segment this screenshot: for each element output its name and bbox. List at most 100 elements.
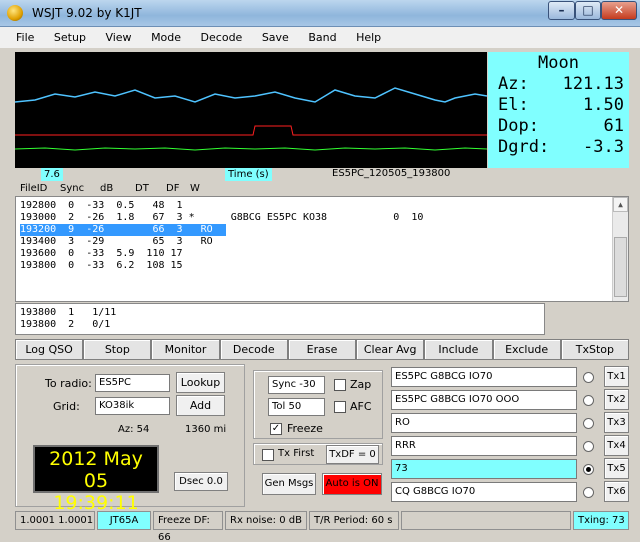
scroll-thumb[interactable] xyxy=(614,237,627,297)
moon-dgrd-row: Dgrd: -3.3 xyxy=(488,137,629,158)
decode-row[interactable]: 193600 0 -33 5.9 110 17 xyxy=(20,248,610,260)
window-title: WSJT 9.02 by K1JT xyxy=(32,6,142,20)
menu-decode[interactable]: Decode xyxy=(201,27,243,44)
tx-radio-1[interactable] xyxy=(583,372,594,383)
spectrum-trace xyxy=(14,87,488,103)
decode-row[interactable]: 193000 2 -26 1.8 67 3 * G8BCG ES5PC KO38… xyxy=(20,212,610,224)
lookup-button[interactable]: Lookup xyxy=(176,372,225,393)
status-levels: 1.0001 1.0001 xyxy=(15,511,95,530)
tx-first-label: Tx First xyxy=(278,448,315,459)
decode-list[interactable]: 192800 0 -33 0.5 48 1 193000 2 -26 1.8 6… xyxy=(15,196,629,302)
tx-message-6[interactable]: CQ G8BCG IO70 xyxy=(391,482,577,502)
clear-avg-button[interactable]: Clear Avg xyxy=(356,339,425,360)
to-radio-input[interactable]: ES5PC xyxy=(95,374,170,392)
file-name: ES5PC_120505_193800 xyxy=(332,168,451,179)
moon-az-value: 121.13 xyxy=(562,74,624,94)
gen-msgs-button[interactable]: Gen Msgs xyxy=(262,473,316,495)
title-bar: WSJT 9.02 by K1JT – □ ✕ xyxy=(0,0,640,27)
tx-first-checkbox[interactable] xyxy=(262,449,274,461)
moon-title: Moon xyxy=(538,53,579,73)
decode-row[interactable]: 193800 0 -33 6.2 108 15 xyxy=(20,260,610,272)
menu-view[interactable]: View xyxy=(105,27,131,44)
tx-radio-2[interactable] xyxy=(583,395,594,406)
time-label: Time (s) xyxy=(225,168,272,181)
tx-radio-3[interactable] xyxy=(583,418,594,429)
log-qso-button[interactable]: Log QSO xyxy=(15,339,84,360)
to-radio-label: To radio: xyxy=(45,377,92,390)
afc-label: AFC xyxy=(350,400,372,413)
menu-setup[interactable]: Setup xyxy=(54,27,86,44)
dsec-button[interactable]: Dsec 0.0 xyxy=(174,472,228,491)
col-dt: DT xyxy=(135,183,149,194)
moon-dop-label: Dop: xyxy=(498,116,539,136)
exclude-button[interactable]: Exclude xyxy=(492,339,561,360)
grid-input[interactable]: KO38ik xyxy=(95,397,170,415)
menu-bar: File Setup View Mode Decode Save Band He… xyxy=(0,27,640,48)
moon-el-row: El: 1.50 xyxy=(488,95,629,116)
tx-message-3[interactable]: RO xyxy=(391,413,577,433)
menu-band[interactable]: Band xyxy=(308,27,336,44)
zap-checkbox[interactable] xyxy=(334,379,346,391)
tx-message-5[interactable]: 73 xyxy=(391,459,577,479)
decode-scrollbar[interactable]: ▲ xyxy=(612,197,628,301)
decode-row[interactable]: 192800 0 -33 0.5 48 1 xyxy=(20,200,610,212)
grid-label: Grid: xyxy=(53,400,80,413)
menu-mode[interactable]: Mode xyxy=(151,27,181,44)
erase-button[interactable]: Erase xyxy=(287,339,357,360)
txstop-button[interactable]: TxStop xyxy=(560,339,629,360)
moon-el-label: El: xyxy=(498,95,529,115)
tx3-button[interactable]: Tx3 xyxy=(604,412,629,433)
tx-radio-4[interactable] xyxy=(583,441,594,452)
tol-field[interactable]: Tol 50 xyxy=(268,398,325,416)
status-txing: Txing: 73 xyxy=(573,511,629,530)
tx-message-2[interactable]: ES5PC G8BCG IO70 OOO xyxy=(391,390,577,410)
add-button[interactable]: Add xyxy=(176,395,225,416)
include-button[interactable]: Include xyxy=(424,339,493,360)
tx5-button[interactable]: Tx5 xyxy=(604,458,629,479)
status-mode: JT65A xyxy=(97,511,151,530)
spectrum-graph[interactable] xyxy=(14,52,488,168)
maximize-button[interactable]: □ xyxy=(575,1,601,20)
zap-label: Zap xyxy=(350,378,372,391)
col-db: dB xyxy=(100,183,114,194)
column-headers: FileID Sync dB DT DF W xyxy=(20,183,320,195)
moon-az-label: Az: xyxy=(498,74,529,94)
tx6-button[interactable]: Tx6 xyxy=(604,481,629,502)
moon-dgrd-value: -3.3 xyxy=(583,137,624,157)
average-row: 193800 2 0/1 xyxy=(20,319,111,330)
menu-help[interactable]: Help xyxy=(356,27,381,44)
minimize-button[interactable]: – xyxy=(548,1,575,20)
sync-field[interactable]: Sync -30 xyxy=(268,376,325,394)
azimuth-value: Az: 54 xyxy=(118,424,150,435)
tx-radio-6[interactable] xyxy=(583,487,594,498)
decode-button[interactable]: Decode xyxy=(219,339,288,360)
tx2-button[interactable]: Tx2 xyxy=(604,389,629,410)
freeze-checkbox[interactable]: ✓ xyxy=(270,423,282,435)
menu-file[interactable]: File xyxy=(16,27,34,44)
app-icon xyxy=(7,5,23,21)
status-freeze-df: Freeze DF: 66 xyxy=(153,511,223,542)
stop-button[interactable]: Stop xyxy=(83,339,152,360)
menu-save[interactable]: Save xyxy=(262,27,289,44)
average-list[interactable]: 193800 1 1/11 193800 2 0/1 xyxy=(15,303,545,335)
moon-dgrd-label: Dgrd: xyxy=(498,137,550,157)
tx1-button[interactable]: Tx1 xyxy=(604,366,629,387)
txdf-button[interactable]: TxDF = 0 xyxy=(326,445,379,464)
scroll-up-icon[interactable]: ▲ xyxy=(613,197,628,212)
noise-trace xyxy=(14,147,488,151)
tx4-button[interactable]: Tx4 xyxy=(604,435,629,456)
moon-el-value: 1.50 xyxy=(583,95,624,115)
monitor-button[interactable]: Monitor xyxy=(151,339,220,360)
action-button-row: Log QSO Stop Monitor Decode Erase Clear … xyxy=(15,339,629,360)
status-rx-noise: Rx noise: 0 dB xyxy=(225,511,307,530)
close-button[interactable]: ✕ xyxy=(601,1,637,20)
tx-message-1[interactable]: ES5PC G8BCG IO70 xyxy=(391,367,577,387)
col-df: DF xyxy=(166,183,180,194)
decode-row-selected[interactable]: 193200 9 -26 66 3 RO xyxy=(20,224,226,236)
afc-checkbox[interactable] xyxy=(334,401,346,413)
decode-row[interactable]: 193400 3 -29 65 3 RO xyxy=(20,236,610,248)
auto-on-button[interactable]: Auto is ON xyxy=(322,473,382,495)
tx-radio-5[interactable] xyxy=(583,464,594,475)
tx-message-4[interactable]: RRR xyxy=(391,436,577,456)
axis-left-value: 7.6 xyxy=(41,168,63,181)
